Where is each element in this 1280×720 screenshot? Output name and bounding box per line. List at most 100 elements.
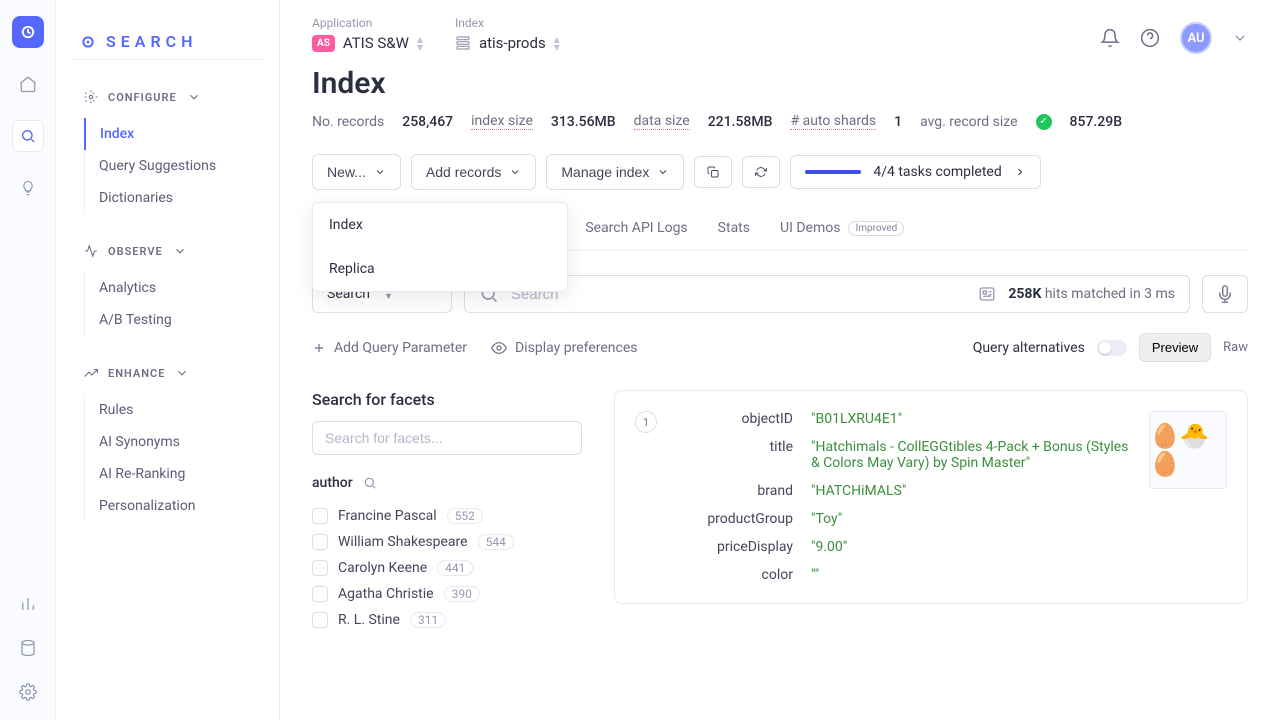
facet-label: William Shakespeare	[338, 534, 468, 550]
search-product-icon[interactable]	[12, 120, 44, 152]
database-icon[interactable]	[16, 636, 40, 660]
record-value: "9.00"	[811, 539, 847, 555]
checkbox[interactable]	[312, 612, 328, 628]
search-hits-meta: 258K hits matched in 3 ms	[1008, 286, 1175, 302]
mic-button[interactable]	[1202, 275, 1248, 313]
record-card: 1 objectID"B01LXRU4E1"title"Hatchimals -…	[614, 390, 1248, 604]
record-number: 1	[635, 411, 657, 433]
dropdown-item-replica[interactable]: Replica	[313, 247, 567, 291]
facets-title: Search for facets	[312, 390, 582, 409]
id-card-icon[interactable]	[978, 285, 996, 303]
chevron-down-icon	[374, 166, 386, 178]
display-prefs-button[interactable]: Display preferences	[491, 340, 637, 356]
app-badge: AS	[312, 35, 335, 52]
facet-label: Carolyn Keene	[338, 560, 427, 576]
help-icon[interactable]	[1140, 28, 1160, 48]
sidebar-item-rules[interactable]: Rules	[85, 394, 263, 426]
tab-ui-demos[interactable]: UI Demos Improved	[780, 210, 904, 250]
topbar: Application AS ATIS S&W ▴▾ Index atis-pr…	[280, 0, 1280, 66]
settings-icon[interactable]	[16, 680, 40, 704]
record-field: priceDisplay"9.00"	[673, 539, 1133, 555]
search-input[interactable]	[511, 286, 966, 303]
preview-button[interactable]: Preview	[1139, 333, 1211, 362]
gear-icon	[84, 90, 98, 104]
copy-button[interactable]	[694, 156, 732, 188]
search-icon[interactable]	[363, 476, 377, 490]
facet-search-input[interactable]	[312, 421, 582, 455]
application-picker[interactable]: Application AS ATIS S&W ▴▾	[312, 16, 423, 52]
dropdown-item-index[interactable]: Index	[313, 203, 567, 247]
sidebar-item-index[interactable]: Index	[84, 118, 263, 150]
record-value: "HATCHiMALS"	[811, 483, 906, 499]
sidebar-item-abtesting[interactable]: A/B Testing	[85, 304, 263, 336]
facet-item[interactable]: Francine Pascal552	[312, 503, 582, 529]
facet-count: 441	[437, 560, 473, 576]
query-alt-toggle[interactable]	[1097, 340, 1127, 356]
new-button[interactable]: New...	[312, 154, 401, 190]
checkbox[interactable]	[312, 586, 328, 602]
add-records-button[interactable]: Add records	[411, 154, 536, 190]
sidebar-item-dictionaries[interactable]: Dictionaries	[85, 182, 263, 214]
checkbox[interactable]	[312, 508, 328, 524]
chevron-down-icon	[175, 366, 189, 380]
record-value: "B01LXRU4E1"	[811, 411, 902, 427]
record-key: objectID	[673, 411, 793, 427]
actions-row: New... Add records Manage index	[312, 154, 1248, 190]
record-key: color	[673, 567, 793, 583]
sort-icon: ▴▾	[417, 35, 423, 51]
facet-item[interactable]: R. L. Stine 311	[312, 607, 582, 633]
chart-icon[interactable]	[16, 592, 40, 616]
record-field: objectID "B01LXRU4E1"	[673, 411, 1133, 427]
tab-stats[interactable]: Stats	[718, 210, 750, 250]
manage-index-button[interactable]: Manage index	[546, 154, 684, 190]
add-query-param-button[interactable]: Add Query Parameter	[312, 340, 467, 356]
sidebar: SEARCH CONFIGURE Index Query Suggestions…	[56, 0, 280, 720]
index-picker[interactable]: Index atis-prods ▴▾	[455, 16, 560, 52]
record-key: brand	[673, 483, 793, 499]
section-header-configure[interactable]: CONFIGURE	[72, 84, 263, 110]
bulb-icon[interactable]	[16, 176, 40, 200]
subactions: Add Query Parameter Display preferences …	[312, 333, 1248, 362]
facet-count: 311	[410, 612, 446, 628]
sidebar-item-query-suggestions[interactable]: Query Suggestions	[85, 150, 263, 182]
facet-item[interactable]: Agatha Christie390	[312, 581, 582, 607]
sidebar-item-analytics[interactable]: Analytics	[85, 272, 263, 304]
sidebar-item-personalization[interactable]: Personalization	[85, 490, 263, 522]
record-thumbnail: 🥚🐣🥚	[1149, 411, 1227, 489]
chevron-down-icon	[173, 244, 187, 258]
section-header-enhance[interactable]: ENHANCE	[72, 360, 263, 386]
home-icon[interactable]	[16, 72, 40, 96]
sidebar-item-synonyms[interactable]: AI Synonyms	[85, 426, 263, 458]
searchbox: 258K hits matched in 3 ms	[464, 275, 1190, 313]
chevron-right-icon	[1014, 166, 1026, 178]
app-logo[interactable]	[12, 16, 44, 48]
checkbox[interactable]	[312, 560, 328, 576]
facet-label: R. L. Stine	[338, 612, 400, 628]
checkbox[interactable]	[312, 534, 328, 550]
facets-column: Search for facets author Francine Pascal…	[312, 390, 582, 633]
chevron-down-icon	[187, 90, 201, 104]
tab-search-api-logs[interactable]: Search API Logs	[585, 210, 687, 250]
notifications-icon[interactable]	[1100, 28, 1120, 48]
record-field: brand "HATCHiMALS"	[673, 483, 1133, 499]
stats-row: No. records 258,467 index size 313.56MB …	[312, 113, 1248, 130]
copy-icon	[707, 166, 719, 178]
improved-badge: Improved	[848, 221, 904, 236]
chevron-down-icon[interactable]	[1232, 30, 1248, 46]
refresh-icon	[755, 166, 767, 178]
avatar[interactable]: AU	[1180, 22, 1212, 54]
results-area: Search for facets author Francine Pascal…	[312, 390, 1248, 633]
sidebar-item-reranking[interactable]: AI Re-Ranking	[85, 458, 263, 490]
tasks-button[interactable]: 4/4 tasks completed	[790, 155, 1040, 189]
page-title: Index	[312, 66, 1248, 101]
section-header-observe[interactable]: OBSERVE	[72, 238, 263, 264]
facet-item[interactable]: Carolyn Keene 441	[312, 555, 582, 581]
facet-group-author: author	[312, 475, 582, 491]
refresh-button[interactable]	[742, 156, 780, 188]
raw-button[interactable]: Raw	[1223, 340, 1248, 355]
main-content: Application AS ATIS S&W ▴▾ Index atis-pr…	[280, 0, 1280, 720]
query-alt-label: Query alternatives	[973, 340, 1085, 356]
facet-item[interactable]: William Shakespeare544	[312, 529, 582, 555]
new-dropdown: Index Replica	[312, 202, 568, 292]
facet-label: Agatha Christie	[338, 586, 434, 602]
